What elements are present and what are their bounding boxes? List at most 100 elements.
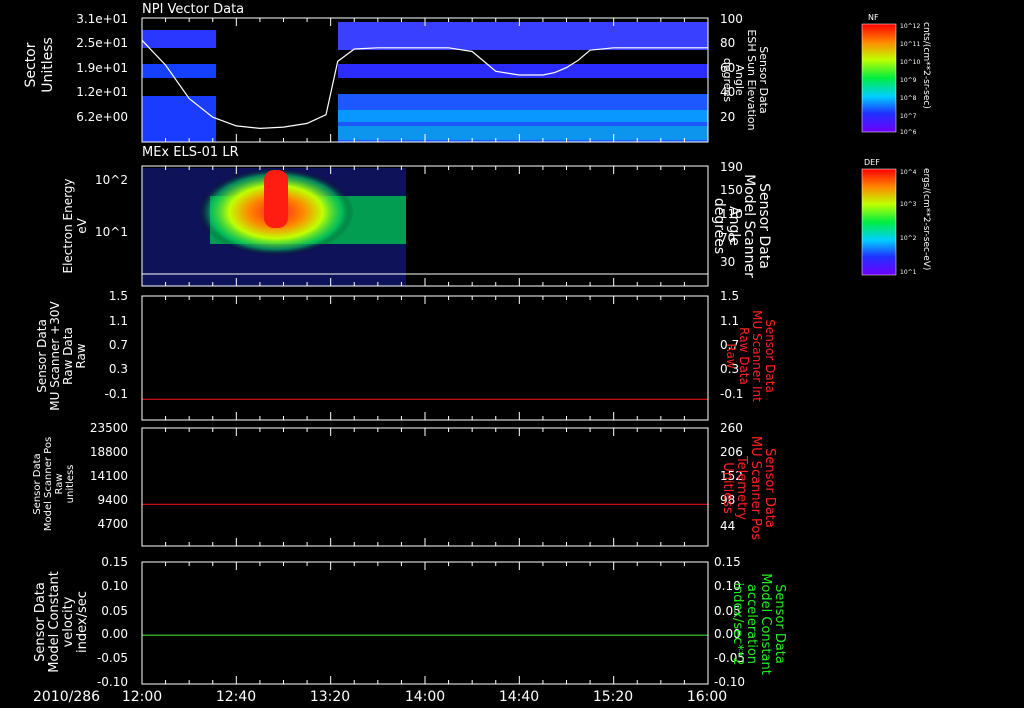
- npi-spectrogram: [142, 22, 708, 142]
- colorbar-nf-units: cnts/(cm**2-sr-sec): [921, 22, 931, 109]
- colorbar-def: DEF 10^4 10^3 10^2 10^1 ergs/(cm**2-sr-s…: [861, 158, 931, 276]
- els-right-tick: 150: [720, 183, 743, 197]
- mu-pos-left-tick: 4700: [97, 517, 128, 531]
- panel-npi: NPI Vector Data 3.1e+01 2.5e+01 1.9e+01 …: [23, 2, 770, 143]
- model-const-left-tick: 0.00: [101, 627, 128, 641]
- colorbar-nf-tick: 10^7: [900, 113, 917, 120]
- npi-band-7: [338, 110, 708, 122]
- mu-raw-right-tick: 1.1: [720, 314, 739, 328]
- els-right-label-line: Angle: [726, 206, 742, 246]
- model-const-right-label: Sensor Data Model Constant acceleration …: [730, 573, 787, 675]
- time-tick-label: 12:40: [216, 689, 256, 705]
- mu-raw-left-label-line: Raw: [74, 343, 88, 368]
- npi-band-1: [142, 30, 216, 48]
- npi-right-tick: 80: [720, 36, 735, 50]
- colorbar-def-tick: 10^2: [900, 235, 917, 242]
- model-const-right-tick: -0.10: [714, 675, 745, 689]
- time-axis: 2010/286 12:00 12:40 13:20 14:00 14:40 1…: [33, 689, 727, 705]
- time-tick-label: 14:00: [405, 689, 445, 705]
- date-label: 2010/286: [33, 689, 100, 705]
- mu-raw-left-tick: 1.1: [109, 314, 128, 328]
- mu-pos-right-tick: 260: [720, 421, 743, 435]
- colorbar-def-units: ergs/(cm**2-sr-sec-eV): [921, 168, 931, 270]
- mu-pos-left-label: Sensor Data Model Scanner Pos Raw unitle…: [32, 437, 76, 531]
- mu-raw-left-tick: 0.7: [109, 338, 128, 352]
- mu-raw-right-label-line: Sensor Data: [763, 319, 777, 393]
- model-const-left-label-line: Sensor Data: [33, 582, 48, 662]
- els-left-tick: 10^1: [95, 225, 128, 239]
- mu-raw-left-label-line: Sensor Data: [35, 319, 49, 393]
- mu-pos-left-tick: 23500: [90, 421, 128, 435]
- mu-pos-right-tick: 44: [720, 519, 735, 533]
- npi-right-tick: 100: [720, 12, 743, 26]
- model-const-right-label-line: Model Constant: [758, 573, 773, 675]
- mu-pos-left-label-line: Raw: [54, 473, 65, 494]
- panel-els: MEx ELS-01 LR 10^2 10^1 190 150 110 70 3…: [61, 145, 772, 287]
- mu-raw-left-label-line: MU Scanner +30V: [48, 301, 62, 411]
- mu-pos-left-label-line: unitless: [65, 465, 76, 504]
- model-const-right-label-line: Sensor Data: [772, 584, 787, 664]
- els-right-label-line: Model Scanner: [741, 174, 757, 278]
- model-const-left-label-line: Model Constant: [47, 571, 62, 673]
- mu-raw-left-label: Sensor Data MU Scanner +30V Raw Data Raw: [35, 301, 88, 411]
- model-const-left-tick: 0.10: [101, 579, 128, 593]
- mu-pos-right-label-line: Telemetry: [734, 455, 749, 520]
- panel-npi-title: NPI Vector Data: [142, 2, 244, 17]
- panel-mu-pos: 23500 18800 14100 9400 4700 260 206 152 …: [32, 421, 777, 547]
- colorbar-nf-tick: 10^11: [900, 41, 920, 48]
- time-tick-label: 13:20: [310, 689, 350, 705]
- els-peak: [264, 170, 288, 228]
- npi-left-tick: 3.1e+01: [76, 12, 128, 26]
- mu-raw-left-tick: 0.3: [109, 362, 128, 376]
- model-const-left-tick: -0.10: [97, 675, 128, 689]
- els-right-label-line: Sensor Data: [756, 183, 772, 269]
- npi-left-tick: 6.2e+00: [76, 110, 128, 124]
- colorbar-nf-tick: 10^6: [900, 129, 917, 136]
- mu-pos-left-tick: 9400: [97, 493, 128, 507]
- colorbar-nf-tick: 10^9: [900, 77, 917, 84]
- model-const-right-tick: 0.15: [714, 555, 741, 569]
- npi-left-label-line: Sector: [23, 42, 39, 87]
- colorbar-def-tick: 10^4: [900, 169, 917, 176]
- panel-mu-pos-frame: [141, 427, 709, 547]
- npi-band-5: [338, 64, 708, 78]
- colorbar-nf-tick: 10^8: [900, 95, 917, 102]
- mu-raw-right-label-line: MU Scanner Int: [750, 310, 764, 402]
- mu-raw-right-label-line: Raw: [724, 343, 738, 368]
- els-left-label: Electron Energy eV: [61, 178, 89, 273]
- mu-raw-right-tick: 1.5: [720, 289, 739, 303]
- model-const-left-tick: 0.05: [101, 604, 128, 618]
- mu-pos-left-label-line: Model Scanner Pos: [43, 437, 54, 531]
- npi-right-label-line: degrees: [721, 58, 734, 103]
- els-right-tick: 190: [720, 160, 743, 174]
- colorbar-nf-bar: [861, 23, 897, 133]
- panel-model-const: 0.15 0.10 0.05 0.00 -0.05 -0.10 0.15 0.1…: [33, 555, 787, 689]
- mu-raw-left-tick: -0.1: [105, 387, 128, 401]
- colorbar-def-title: DEF: [864, 158, 880, 167]
- els-spectrogram: [142, 168, 406, 286]
- npi-band-2: [142, 64, 216, 78]
- multi-panel-plot: NPI Vector Data 3.1e+01 2.5e+01 1.9e+01 …: [23, 2, 931, 705]
- els-right-tick: 30: [720, 255, 735, 269]
- colorbar-def-tick: 10^3: [900, 201, 917, 208]
- colorbar-nf-tick: 10^12: [900, 23, 920, 30]
- model-const-left-label-line: velocity: [61, 596, 76, 647]
- time-tick-label: 12:00: [122, 689, 162, 705]
- time-tick-label: 15:20: [593, 689, 633, 705]
- npi-left-label: Sector Unitless: [23, 37, 56, 93]
- panel-mu-raw-frame: [141, 295, 709, 421]
- panel-els-title: MEx ELS-01 LR: [142, 145, 239, 160]
- mu-pos-left-tick: 18800: [90, 445, 128, 459]
- colorbar-def-tick: 10^1: [900, 269, 917, 276]
- els-left-tick: 10^2: [95, 173, 128, 187]
- els-left-label-line: eV: [75, 217, 89, 233]
- npi-left-tick: 1.2e+01: [76, 85, 128, 99]
- npi-band-3: [142, 96, 216, 142]
- npi-left-tick: 2.5e+01: [76, 36, 128, 50]
- model-const-left-label-line: index/sec: [75, 591, 90, 653]
- mu-raw-left-tick: 1.5: [109, 289, 128, 303]
- panel-mu-raw: 1.5 1.1 0.7 0.3 -0.1 1.5 1.1 0.7 0.3 -0.…: [35, 289, 777, 421]
- mu-pos-left-label-line: Sensor Data: [32, 453, 43, 514]
- mu-raw-right-label-line: Raw Data: [737, 327, 751, 385]
- npi-left-tick: 1.9e+01: [76, 61, 128, 75]
